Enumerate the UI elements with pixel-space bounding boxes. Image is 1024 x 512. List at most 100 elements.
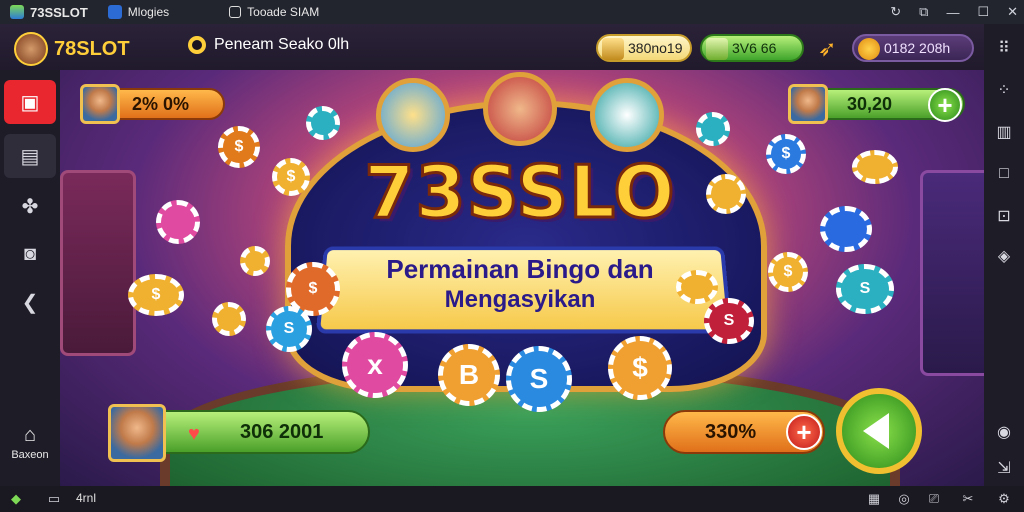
back-icon[interactable]: ↻ xyxy=(890,4,901,20)
sidebar-item-back[interactable]: ❮ xyxy=(4,280,56,324)
avatar[interactable] xyxy=(80,84,120,124)
screen-icon[interactable]: ⊡ xyxy=(992,204,1016,228)
avatar[interactable] xyxy=(108,404,166,462)
rocket-icon[interactable]: ➶ xyxy=(818,36,836,62)
avatar[interactable] xyxy=(788,84,828,124)
chip-b: B xyxy=(438,344,500,406)
game-name-label: Peneam Seako 0lh xyxy=(214,36,350,53)
cash-balance-value: 3V6 66 xyxy=(732,40,777,56)
hud-bottom-right-value: 330% xyxy=(705,420,757,443)
right-sidebar: ⠿ ⁘ ▥ □ ⊡ ◈ ◉ ⇲ xyxy=(984,24,1024,486)
chip xyxy=(706,174,746,214)
chip xyxy=(676,270,718,304)
subtitle-line1: Permainan Bingo dan xyxy=(386,254,654,284)
cast-icon[interactable]: ⎚ xyxy=(926,491,942,507)
play-button[interactable] xyxy=(836,388,922,474)
chip: S xyxy=(836,264,894,314)
location-icon[interactable]: ◈ xyxy=(992,244,1016,268)
chip-x: x xyxy=(342,332,408,398)
chip xyxy=(240,246,270,276)
scissors-icon[interactable]: ✂ xyxy=(960,491,976,507)
record-icon[interactable]: ◉ xyxy=(992,420,1016,444)
chip: $ xyxy=(766,134,806,174)
chip xyxy=(306,106,340,140)
window-tab-app[interactable]: 73SSLOT xyxy=(0,0,98,24)
settings-icon[interactable]: ⚙ xyxy=(996,491,1012,507)
chip xyxy=(212,302,246,336)
news-icon: ▤ xyxy=(20,145,40,168)
hud-bottom-left-value: 306 2001 xyxy=(240,420,324,443)
maximize-icon[interactable]: ☐ xyxy=(977,4,989,20)
cash-icon xyxy=(706,38,728,60)
hud-top-right-value: 30,20 xyxy=(847,93,893,114)
window-tab-label: 73SSLOT xyxy=(30,4,88,20)
book-icon[interactable]: ▥ xyxy=(992,120,1016,144)
coin-balance[interactable]: 0182 208h xyxy=(852,34,974,62)
save-icon: ▣ xyxy=(20,91,40,114)
add-button[interactable]: + xyxy=(928,88,962,122)
play-arrow-icon xyxy=(863,413,889,449)
chip xyxy=(696,112,730,146)
chip xyxy=(852,150,898,184)
plus-icon: + xyxy=(796,416,812,447)
hud-top-left-value: 2% 0% xyxy=(132,93,190,114)
background-door xyxy=(920,170,984,376)
keyboard-icon[interactable]: ▦ xyxy=(866,491,882,507)
sidebar-item-home[interactable]: ▣ xyxy=(4,80,56,124)
add-button[interactable]: + xyxy=(786,414,822,450)
chip xyxy=(820,206,872,252)
app-logo[interactable]: 78SLOT xyxy=(14,32,130,66)
close-icon[interactable]: ✕ xyxy=(1007,4,1018,20)
layers-icon[interactable]: ◆ xyxy=(8,491,24,507)
game-stage[interactable]: 73SSLO Permainan Bingo dan Mengasyikan $… xyxy=(60,70,984,486)
cash-balance[interactable]: 3V6 66 xyxy=(700,34,804,62)
window-titlebar: 73SSLOT Mlogies Tooade SIAM ↻ ⧉ — ☐ ✕ xyxy=(0,0,1024,24)
status-text: 4rnl xyxy=(76,491,97,505)
medal-beach xyxy=(376,78,450,152)
square-icon[interactable]: □ xyxy=(992,162,1016,186)
sidebar-item-gamepad[interactable]: ◙ xyxy=(4,232,56,276)
sidebar-bottom[interactable]: ⌂ Baxeon xyxy=(2,424,58,461)
restore-icon[interactable]: ⧉ xyxy=(919,4,928,20)
app-logo-icon xyxy=(10,5,24,19)
window-tab-label: Tooade SIAM xyxy=(247,5,320,19)
gold-bar-icon xyxy=(602,38,624,60)
chip: S xyxy=(704,298,754,344)
tab-logo-icon xyxy=(107,5,122,19)
subtitle-line2: Mengasyikan xyxy=(444,286,596,313)
game-title: 73SSLO xyxy=(363,149,676,236)
chip: $ xyxy=(768,252,808,292)
chip: $ xyxy=(218,126,260,168)
chip xyxy=(156,200,200,244)
coin-icon xyxy=(858,38,880,60)
resize-icon[interactable]: ⇲ xyxy=(992,456,1016,480)
medal-crest xyxy=(590,78,664,152)
game-ring-icon xyxy=(188,36,206,54)
logo-text: 78SLOT xyxy=(54,37,130,60)
gamepad-icon: ◙ xyxy=(23,242,37,265)
window-tab-mlogies[interactable]: Mlogies xyxy=(98,0,179,24)
chip: S xyxy=(266,306,312,352)
window-tab-tooade[interactable]: Tooade SIAM xyxy=(219,0,329,24)
house-icon: ⌂ xyxy=(23,424,37,446)
puzzle-icon: ✤ xyxy=(21,195,39,218)
window-tab-label: Mlogies xyxy=(127,5,170,19)
gamepad-icon[interactable]: ◎ xyxy=(896,491,912,507)
minimize-icon[interactable]: — xyxy=(946,5,959,20)
sidebar-item-puzzle[interactable]: ✤ xyxy=(4,184,56,228)
game-name[interactable]: Peneam Seako 0lh xyxy=(188,36,349,54)
gold-balance-value: 380no19 xyxy=(628,40,683,56)
sidebar-item-news[interactable]: ▤ xyxy=(4,134,56,178)
chip: $ xyxy=(128,274,184,316)
window-icon[interactable]: ▭ xyxy=(46,491,62,507)
dots-icon[interactable]: ⁘ xyxy=(992,78,1016,102)
background-door xyxy=(60,170,136,356)
back-arrow-icon: ❮ xyxy=(21,291,39,314)
chip-dollar: $ xyxy=(608,336,672,400)
chip-s: S xyxy=(506,346,572,412)
status-bar: ◆ ▭ 4rnl ▦ ◎ ⎚ ✂ ⚙ xyxy=(0,486,1024,512)
grid-icon[interactable]: ⠿ xyxy=(992,36,1016,60)
plus-icon: + xyxy=(937,89,953,120)
gold-balance[interactable]: 380no19 xyxy=(596,34,692,62)
heart-icon: ♥ xyxy=(188,423,200,445)
